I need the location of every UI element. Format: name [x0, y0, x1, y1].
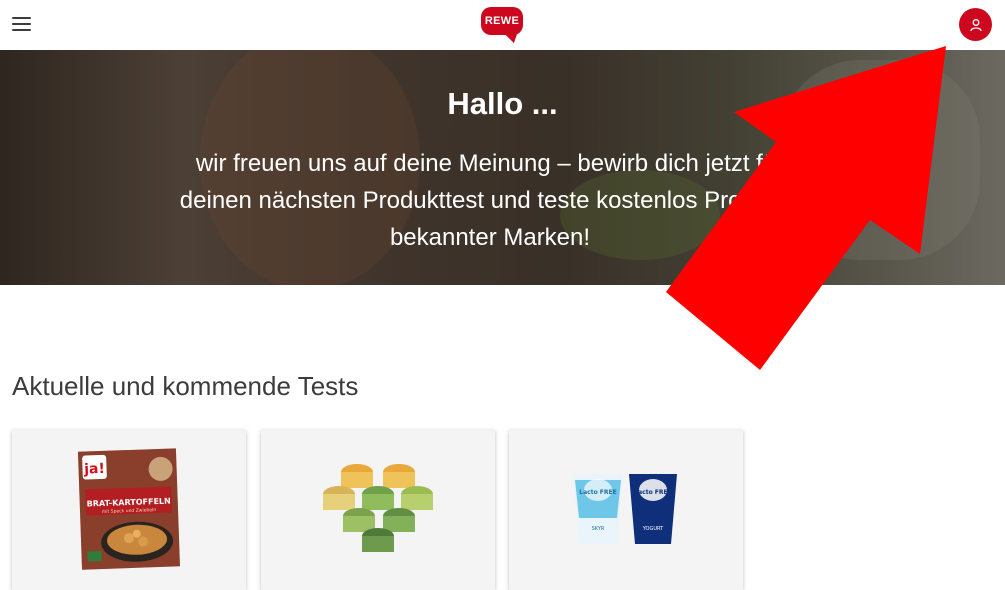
svg-text:Lacto FREE: Lacto FREE	[579, 489, 616, 496]
test-card[interactable]: ja! BRAT-KARTOFFELN mit Speck und Zwiebe…	[12, 430, 246, 590]
product-image-bratkartoffeln: ja! BRAT-KARTOFFELN mit Speck und Zwiebe…	[77, 448, 180, 570]
svg-text:YOGURT: YOGURT	[642, 526, 664, 532]
test-card[interactable]	[261, 430, 495, 590]
hero-text: wir freuen uns auf deine Meinung – bewir…	[179, 150, 801, 251]
svg-text:SKYR: SKYR	[592, 526, 605, 532]
account-button[interactable]	[959, 8, 992, 41]
product-image-lactofree-yogurt: Lacto FREE SKYR Lacto FREE YOGURT	[573, 474, 677, 544]
hero-banner: Hallo ... wir freuen uns auf deine Meinu…	[0, 50, 1005, 285]
svg-text:ja!: ja!	[83, 461, 105, 478]
product-image-salad-cups	[323, 464, 433, 552]
test-card[interactable]: Lacto FREE SKYR Lacto FREE YOGURT	[509, 430, 743, 590]
tests-heading: Aktuelle und kommende Tests	[12, 371, 359, 401]
hamburger-menu-icon[interactable]	[11, 14, 33, 34]
user-icon	[969, 18, 982, 31]
hero-title: Hallo ...	[447, 86, 558, 121]
top-bar: REWE	[0, 0, 1005, 50]
svg-text:Lacto FREE: Lacto FREE	[634, 489, 671, 496]
